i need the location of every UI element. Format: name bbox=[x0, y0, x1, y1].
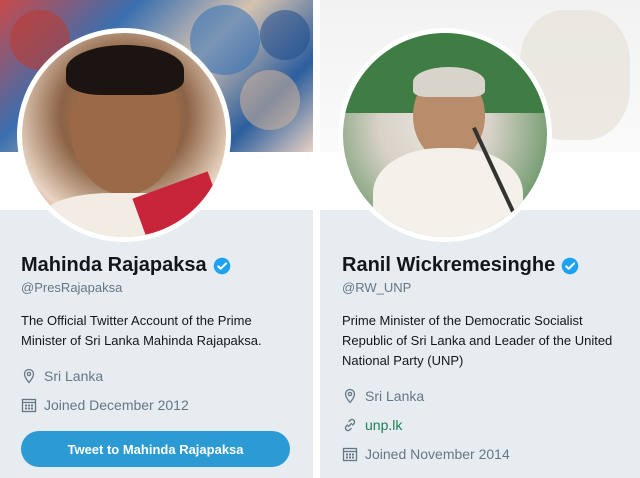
profile-name[interactable]: Mahinda Rajapaksa bbox=[21, 254, 207, 277]
location-text: Sri Lanka bbox=[44, 368, 104, 384]
verified-badge-icon bbox=[213, 257, 230, 274]
calendar-icon bbox=[21, 398, 37, 413]
profile-handle[interactable]: @RW_UNP bbox=[342, 280, 411, 295]
location-pin-icon bbox=[344, 388, 356, 404]
profile-bio: Prime Minister of the Democratic Sociali… bbox=[342, 313, 613, 368]
avatar[interactable] bbox=[338, 28, 552, 242]
location-text: Sri Lanka bbox=[365, 388, 425, 404]
profile-joined-date: Joined December 2012 bbox=[21, 397, 189, 413]
link-icon bbox=[344, 418, 356, 432]
calendar-icon bbox=[342, 447, 358, 462]
location-pin-icon bbox=[23, 368, 35, 384]
verified-badge-icon bbox=[561, 257, 579, 274]
profile-joined-date: Joined November 2014 bbox=[342, 446, 510, 462]
profile-location: Sri Lanka bbox=[342, 388, 424, 404]
joined-text: Joined December 2012 bbox=[44, 397, 189, 413]
profile-location: Sri Lanka bbox=[21, 368, 103, 384]
profile-card-mahinda: Mahinda Rajapaksa @PresRajapaksa The Off… bbox=[0, 0, 313, 478]
profile-bio: The Official Twitter Account of the Prim… bbox=[21, 313, 262, 348]
website-link[interactable]: unp.lk bbox=[365, 417, 402, 433]
tweet-to-button[interactable]: Tweet to Mahinda Rajapaksa bbox=[21, 431, 290, 467]
joined-text: Joined November 2014 bbox=[365, 446, 510, 462]
profile-website: unp.lk bbox=[342, 417, 402, 433]
profile-handle[interactable]: @PresRajapaksa bbox=[21, 280, 122, 295]
avatar[interactable] bbox=[17, 28, 231, 242]
profile-card-ranil: Ranil Wickremesinghe @RW_UNP Prime Minis… bbox=[320, 0, 640, 478]
profile-name[interactable]: Ranil Wickremesinghe bbox=[342, 254, 555, 277]
